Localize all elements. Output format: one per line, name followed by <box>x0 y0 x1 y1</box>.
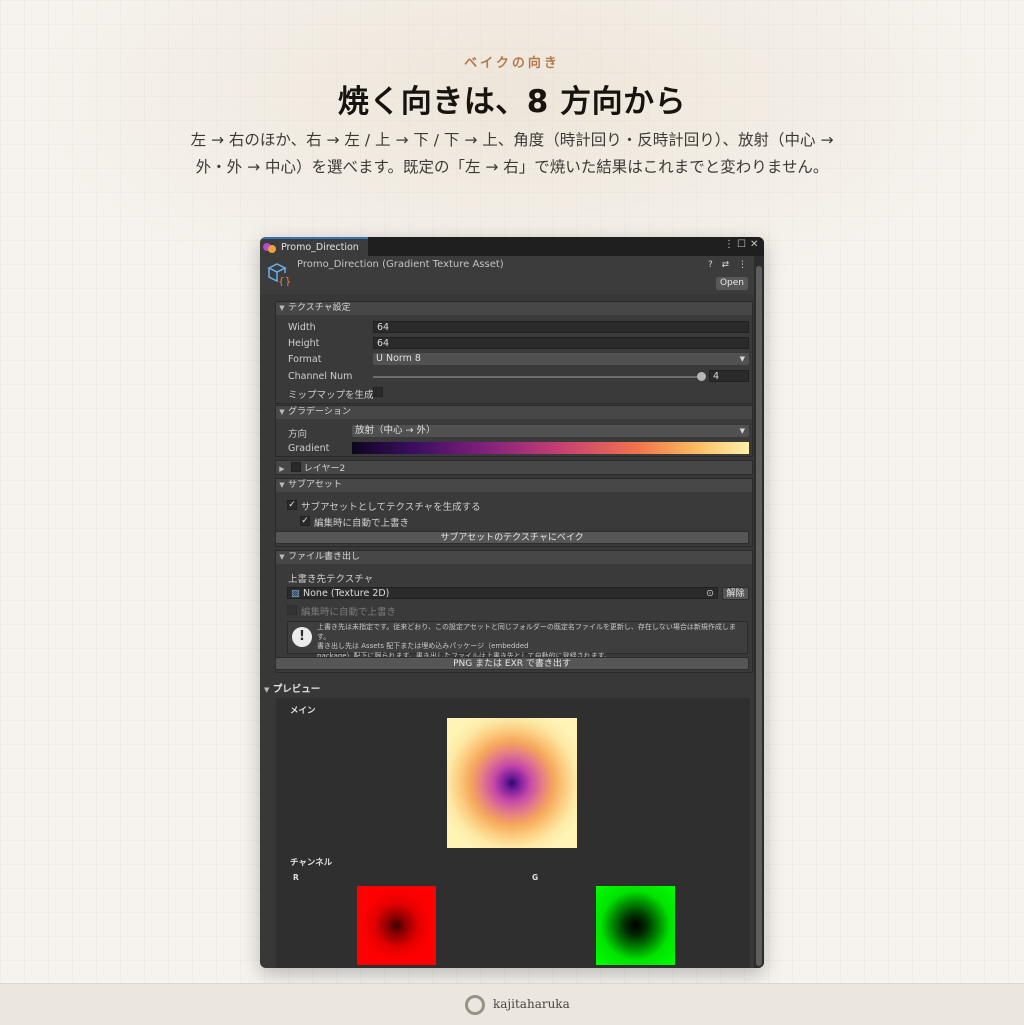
info-icon: ! <box>292 627 312 647</box>
section-title: テクスチャ設定 <box>288 303 351 313</box>
channel-num-field[interactable]: 4 <box>709 370 749 382</box>
help-line: 上書き先は未指定です。従来どおり、この設定アセットと同じフォルダーの既定名ファイ… <box>317 623 736 641</box>
help-line: 書き出し先は Assets 配下または埋め込みパッケージ（embedded <box>317 642 529 650</box>
channel-r-label: R <box>293 873 299 882</box>
export-png-exr-button[interactable]: PNG または EXR で書き出す <box>275 657 749 670</box>
footer: kajitaharuka <box>0 983 1024 1025</box>
open-button[interactable]: Open <box>716 277 748 290</box>
height-field[interactable]: 64 <box>373 337 749 349</box>
channel-num-slider[interactable] <box>373 376 703 378</box>
section-gradation[interactable]: ▼ グラデーション <box>275 405 753 420</box>
object-picker-icon[interactable]: ⊙ <box>706 588 714 600</box>
layer2-enable-checkbox[interactable] <box>290 462 301 472</box>
foldout-expanded-icon: ▼ <box>279 481 285 489</box>
section-title: グラデーション <box>288 407 351 417</box>
gradient-asset-icon: {} <box>267 263 291 286</box>
help-box: ! 上書き先は未指定です。従来どおり、この設定アセットと同じフォルダーの既定名フ… <box>287 621 748 660</box>
subasset-auto-overwrite-checkbox[interactable]: ✓ <box>300 516 310 526</box>
export-auto-overwrite-label: 編集時に自動で上書き <box>301 607 397 618</box>
mipmap-label: ミップマップを生成 <box>288 390 374 401</box>
eyebrow-label: ベイクの向き <box>464 56 560 71</box>
section-subasset[interactable]: ▼ サブアセット <box>275 478 753 493</box>
section-title: プレビュー <box>272 684 321 695</box>
foldout-expanded-icon: ▼ <box>264 686 270 694</box>
header-help-preset-menu-icons[interactable]: ? ⇄ ⋮ <box>708 260 750 270</box>
close-icon[interactable]: ✕ <box>750 239 758 250</box>
channel-num-label: Channel Num <box>288 371 353 382</box>
chevron-down-icon: ▼ <box>739 427 745 435</box>
width-field[interactable]: 64 <box>373 321 749 333</box>
format-label: Format <box>288 354 322 365</box>
width-label: Width <box>288 322 316 333</box>
channel-num-slider-knob[interactable] <box>697 372 706 381</box>
preview-main-label: メイン <box>290 706 316 716</box>
export-auto-overwrite-checkbox[interactable] <box>287 605 297 615</box>
page-title: 焼く向きは、8 方向から <box>337 84 687 120</box>
asset-tab-icon <box>263 243 276 253</box>
help-text: 上書き先は未指定です。従来どおり、この設定アセットと同じフォルダーの既定名ファイ… <box>317 623 745 661</box>
red-channel-preview <box>357 886 436 965</box>
gradient-label: Gradient <box>288 443 330 454</box>
asset-title: Promo_Direction (Gradient Texture Asset) <box>297 259 504 270</box>
format-dropdown[interactable]: U Norm 8 ▼ <box>373 353 749 365</box>
tab-label: Promo_Direction <box>281 242 359 253</box>
tab-bar: Promo_Direction ⋮ ☐ ✕ <box>260 237 764 256</box>
scrollbar-thumb[interactable] <box>756 266 762 966</box>
brand-logo-icon <box>465 995 485 1015</box>
foldout-collapsed-icon: ▶ <box>279 465 285 473</box>
height-label: Height <box>288 338 320 349</box>
format-value: U Norm 8 <box>376 353 421 364</box>
generate-subasset-checkbox[interactable]: ✓ <box>287 500 297 510</box>
foldout-expanded-icon: ▼ <box>279 553 285 561</box>
inspector-header: {} Promo_Direction (Gradient Texture Ass… <box>260 256 754 294</box>
overwrite-target-label: 上書き先テクスチャ <box>288 574 374 585</box>
main-preview-texture <box>447 718 577 848</box>
svg-text:{}: {} <box>278 275 291 286</box>
section-texture-settings[interactable]: ▼ テクスチャ設定 <box>275 301 753 316</box>
section-title: サブアセット <box>288 480 342 490</box>
overwrite-target-field[interactable]: ▨ None (Texture 2D) ⊙ <box>287 587 718 599</box>
chevron-down-icon: ▼ <box>739 355 745 363</box>
foldout-expanded-icon: ▼ <box>279 408 285 416</box>
subasset-auto-overwrite-label: 編集時に自動で上書き <box>314 518 410 529</box>
green-channel-preview <box>596 886 675 965</box>
section-file-export[interactable]: ▼ ファイル書き出し <box>275 550 753 565</box>
clear-target-button[interactable]: 解除 <box>722 587 749 600</box>
direction-dropdown[interactable]: 放射（中心 → 外） ▼ <box>352 425 749 437</box>
texture-icon: ▨ <box>291 588 300 599</box>
maximize-icon[interactable]: ☐ <box>737 239 746 250</box>
section-layer2[interactable]: ▶ レイヤー2 <box>275 460 753 475</box>
direction-value: 放射（中心 → 外） <box>355 425 436 436</box>
foldout-expanded-icon: ▼ <box>279 304 285 312</box>
mipmap-checkbox[interactable] <box>373 387 383 397</box>
window-menu-icon[interactable]: ⋮ <box>724 239 734 250</box>
inspector-window: Promo_Direction ⋮ ☐ ✕ {} Promo_Direction… <box>260 237 764 968</box>
preview-channel-label: チャンネル <box>290 858 333 868</box>
section-title: ファイル書き出し <box>288 552 361 562</box>
generate-subasset-label: サブアセットとしてテクスチャを生成する <box>301 502 481 513</box>
page-description: 左 → 右のほか、右 → 左 / 上 → 下 / 下 → 上、角度（時計回り・反… <box>190 131 834 176</box>
section-title: レイヤー2 <box>303 464 346 474</box>
footer-brand[interactable]: kajitaharuka <box>493 997 570 1011</box>
direction-label: 方向 <box>288 429 308 440</box>
gradient-field[interactable] <box>352 442 749 454</box>
overwrite-target-value: None (Texture 2D) <box>303 588 390 599</box>
tab-promo-direction[interactable]: Promo_Direction <box>260 237 368 256</box>
bake-subasset-button[interactable]: サブアセットのテクスチャにベイク <box>275 531 749 544</box>
channel-g-label: G <box>532 873 539 882</box>
section-preview[interactable]: ▼ プレビュー <box>264 681 320 695</box>
